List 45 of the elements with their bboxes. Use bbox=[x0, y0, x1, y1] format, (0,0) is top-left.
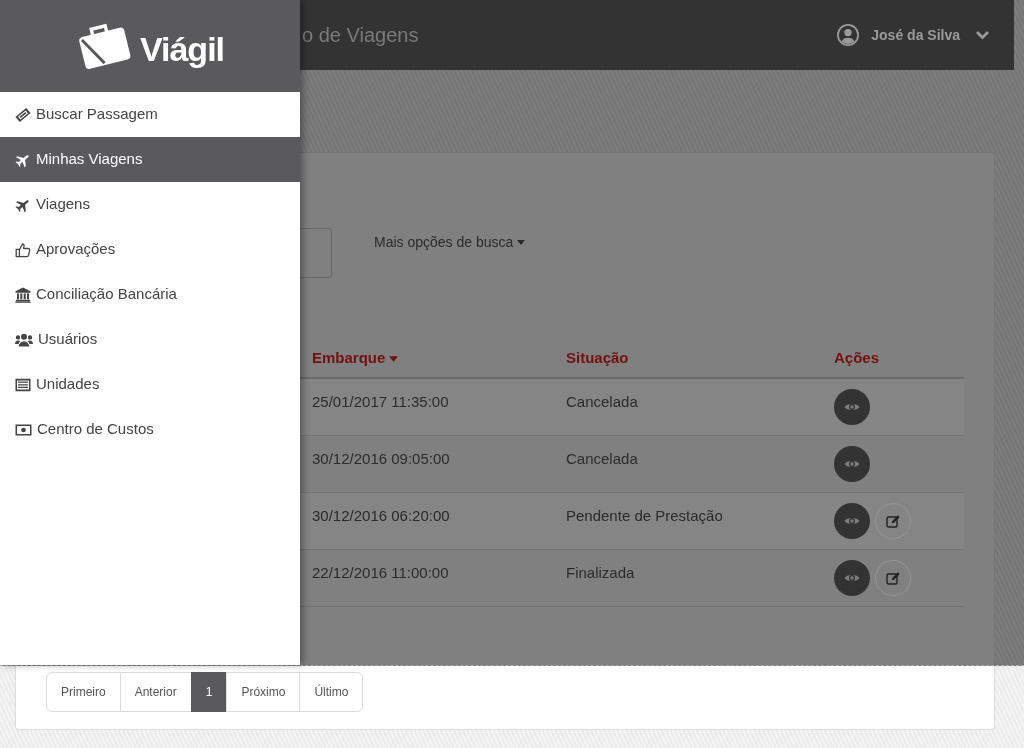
table-cell: Pendente de Prestação bbox=[554, 492, 822, 549]
user-menu-button[interactable]: José da Silva bbox=[837, 24, 990, 46]
page-link[interactable]: Próximo bbox=[226, 672, 301, 712]
sidebar-item[interactable]: Aprovações bbox=[0, 227, 300, 272]
bank-icon bbox=[15, 286, 31, 303]
table-cell: 25/01/2017 11:35:00 bbox=[300, 378, 554, 435]
list-icon bbox=[15, 377, 31, 392]
banknote-icon bbox=[15, 423, 32, 436]
view-button[interactable] bbox=[834, 559, 870, 596]
input-field[interactable] bbox=[300, 228, 332, 278]
view-button[interactable] bbox=[834, 389, 870, 425]
page-link[interactable]: Último bbox=[299, 672, 364, 712]
search-options-toggle[interactable]: Mais opções de busca bbox=[374, 232, 526, 253]
edit-icon bbox=[886, 513, 900, 528]
sidebar-item[interactable]: Viagens bbox=[0, 182, 300, 227]
logo-text: Viágil bbox=[139, 32, 225, 66]
table-cell: Cancelada bbox=[554, 435, 822, 492]
sidebar-item[interactable]: Buscar Passagem bbox=[0, 92, 300, 137]
table-cell: 22/12/2016 11:00:00 bbox=[300, 549, 554, 606]
table-cell: Finalizada bbox=[554, 549, 822, 606]
caret-down-icon bbox=[517, 240, 526, 245]
sidebar-item[interactable]: Unidades bbox=[0, 362, 300, 407]
table-cell: 30/12/2016 09:05:00 bbox=[300, 435, 554, 492]
view-button[interactable] bbox=[834, 502, 870, 539]
ticket-icon bbox=[15, 106, 31, 123]
edit-icon bbox=[886, 570, 900, 585]
thumbs-up-icon bbox=[15, 241, 31, 258]
sidebar-item[interactable]: Centro de Custos bbox=[0, 407, 300, 452]
sidebar-item[interactable]: Conciliação Bancária bbox=[0, 272, 300, 317]
page-title: o de Viagens bbox=[301, 23, 419, 48]
users-icon bbox=[15, 332, 33, 347]
sidebar-item[interactable]: Usuários bbox=[0, 317, 300, 362]
eye-icon bbox=[844, 402, 860, 412]
eye-icon bbox=[844, 458, 860, 469]
eye-icon bbox=[844, 515, 860, 526]
user-avatar-icon bbox=[837, 24, 860, 46]
page-link[interactable]: Anterior bbox=[119, 672, 192, 712]
sort-caret-icon bbox=[389, 356, 399, 363]
view-button[interactable] bbox=[834, 445, 870, 482]
chevron-down-icon bbox=[975, 30, 990, 40]
table-cell: Cancelada bbox=[554, 378, 822, 435]
table-cell: 30/12/2016 06:20:00 bbox=[300, 492, 554, 549]
eye-icon bbox=[844, 572, 860, 583]
sidebar-item[interactable]: Minhas Viagens bbox=[0, 137, 300, 182]
page-link[interactable]: Primeiro bbox=[46, 672, 121, 712]
